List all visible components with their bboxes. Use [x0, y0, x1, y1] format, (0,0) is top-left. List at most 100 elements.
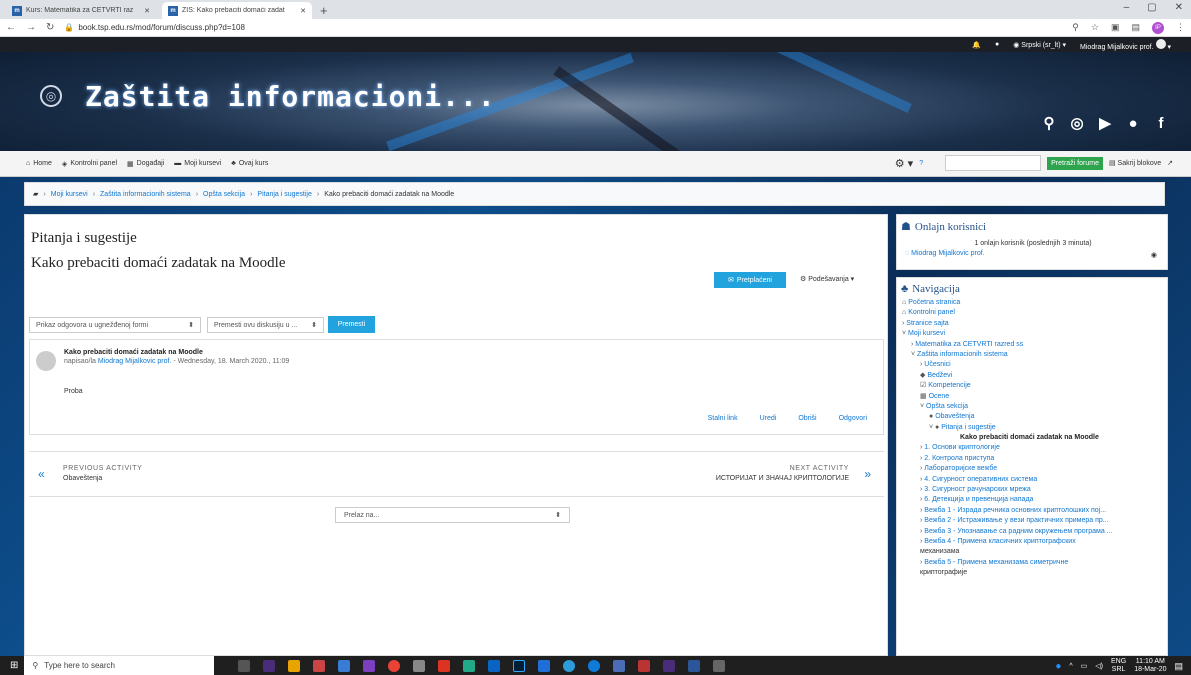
nav-tree-item[interactable]: ˅ Zaštita informacionih sistema: [902, 350, 1164, 360]
nav-tree-item[interactable]: › Matematika za ČETVRTI razred ss: [902, 340, 1164, 350]
windows-start-icon[interactable]: ⊞: [10, 660, 18, 671]
previous-activity-link[interactable]: Obaveštenja: [63, 475, 102, 482]
nav-tree-item[interactable]: ⌂ Početna stranica: [902, 298, 1164, 308]
store-icon[interactable]: [288, 659, 301, 672]
github-icon[interactable]: ●: [1124, 114, 1142, 132]
menu-icon[interactable]: ⋮: [1176, 22, 1185, 33]
zoom-icon[interactable]: ⚲: [1072, 22, 1079, 33]
breadcrumb-link[interactable]: Zaštita informacionih sistema: [100, 191, 191, 198]
move-button[interactable]: Premesti: [328, 316, 375, 333]
language-indicator[interactable]: ENG SRL: [1111, 658, 1126, 674]
search-forums-button[interactable]: Pretraži forume: [1047, 156, 1103, 170]
browser-tab-2[interactable]: m ZIS: Kako prebaciti domaći zadat ✕: [162, 2, 312, 19]
media-icon[interactable]: ▤: [1131, 22, 1140, 33]
volume-icon[interactable]: ◁): [1095, 662, 1103, 670]
edge-icon[interactable]: [588, 659, 601, 672]
reload-icon[interactable]: ↻: [46, 22, 54, 33]
help-icon[interactable]: ●: [1055, 661, 1061, 672]
nav-tree-item[interactable]: ˅ Moji kursevi: [902, 329, 1164, 339]
next-arrow-icon[interactable]: »: [864, 467, 871, 481]
site-logo-icon[interactable]: ◎: [40, 85, 62, 107]
back-icon[interactable]: ←: [6, 22, 16, 33]
chrome-icon[interactable]: [388, 659, 401, 672]
subscribed-button[interactable]: ✉ Pretplaćeni: [714, 272, 786, 288]
app-icon[interactable]: [638, 659, 651, 672]
app-icon[interactable]: [413, 659, 426, 672]
taskbar-search[interactable]: ⚲ Type here to search: [24, 656, 215, 675]
nav-this-course[interactable]: ♣ Ovaj kurs: [231, 160, 268, 167]
gear-icon[interactable]: ⚙ ▾: [895, 157, 913, 170]
visual-studio-icon[interactable]: [363, 659, 376, 672]
app-icon[interactable]: [463, 659, 476, 672]
permalink-link[interactable]: Stalni link: [708, 415, 738, 422]
messages-icon[interactable]: ●: [995, 41, 999, 48]
bookmark-star-icon[interactable]: ☆: [1091, 22, 1099, 33]
nav-tree-item[interactable]: › Stranice sajta: [902, 319, 1164, 329]
nav-tree-item[interactable]: › 2. Контрола приступа: [902, 454, 1164, 464]
nav-tree-item[interactable]: › 3. Сигурност рачунарских мрежа: [902, 485, 1164, 495]
tab-close-icon[interactable]: ✕: [144, 7, 150, 15]
word-icon[interactable]: [688, 659, 701, 672]
jump-to-select[interactable]: Prelaz na... ⬍: [335, 507, 570, 523]
fullscreen-icon[interactable]: ↗: [1167, 159, 1173, 167]
eye-icon[interactable]: ◉: [1151, 251, 1157, 259]
language-menu[interactable]: ◉ Srpski (sr_lt) ▾: [1013, 41, 1066, 49]
nav-tree-item[interactable]: › Вежба 3 - Упознавање са радним окружењ…: [902, 527, 1164, 537]
network-icon[interactable]: ▭: [1081, 662, 1088, 670]
breadcrumb-link[interactable]: Pitanja i sugestije: [257, 191, 311, 198]
nav-tree-item[interactable]: › Вежба 2 - Истраживање у вези практични…: [902, 516, 1164, 526]
outlook-icon[interactable]: [488, 659, 501, 672]
delete-link[interactable]: Obriši: [798, 415, 816, 422]
nav-tree-item[interactable]: ˅ ● Pitanja i sugestije: [902, 423, 1164, 433]
nav-tree-item[interactable]: ◆ Bedževi: [902, 371, 1164, 381]
nav-tree-item[interactable]: › Вежба 4 - Примена класичних криптограф…: [902, 537, 1164, 547]
reply-link[interactable]: Odgovori: [839, 415, 867, 422]
post-author-link[interactable]: Miodrag Mijalkovic prof.: [98, 358, 172, 365]
nav-tree-item[interactable]: ⌂ Kontrolni panel: [902, 308, 1164, 318]
app-icon[interactable]: [713, 659, 726, 672]
new-tab-button[interactable]: +: [320, 3, 328, 18]
nav-tree-item[interactable]: ˅ Opšta sekcija: [902, 402, 1164, 412]
next-activity-link[interactable]: ИСТОРИЈАТ И ЗНАЧАЈ КРИПТОЛОГИЈЕ: [716, 475, 849, 482]
acrobat-icon[interactable]: [438, 659, 451, 672]
nav-events[interactable]: ▦ Događaji: [127, 160, 164, 168]
nav-tree-item[interactable]: механизама: [902, 547, 1164, 557]
app-icon[interactable]: [538, 659, 551, 672]
minimize-button[interactable]: –: [1124, 2, 1130, 13]
move-discussion-select[interactable]: Premesti ovu diskusiju u ... ⬍: [207, 317, 324, 333]
nav-my-courses[interactable]: ▬ Moji kursevi: [174, 160, 221, 167]
user-menu[interactable]: Miodrag Mijalkovic prof. ▾: [1080, 38, 1171, 51]
nav-tree-item[interactable]: › Лабораторијске вежбе: [902, 464, 1164, 474]
help-icon[interactable]: ?: [919, 160, 923, 167]
nav-tree-item[interactable]: ▦ Ocene: [902, 392, 1164, 402]
app-icon[interactable]: [338, 659, 351, 672]
breadcrumb-link[interactable]: Opšta sekcija: [203, 191, 245, 198]
previous-arrow-icon[interactable]: «: [38, 467, 45, 481]
app-icon[interactable]: [613, 659, 626, 672]
nav-tree-item[interactable]: › 1. Основи криптологије: [902, 443, 1164, 453]
search-icon[interactable]: ⚲: [1040, 114, 1058, 132]
nav-tree-item[interactable]: › 6. Детекција и превенција напада: [902, 495, 1164, 505]
nav-tree-item[interactable]: › Učesnici: [902, 360, 1164, 370]
close-window-button[interactable]: ✕: [1175, 2, 1183, 13]
premiere-icon[interactable]: [663, 659, 676, 672]
site-name[interactable]: Zaštita informacioni...: [85, 80, 496, 113]
premiere-icon[interactable]: [263, 659, 276, 672]
extension-icon[interactable]: ▣: [1111, 22, 1120, 33]
instagram-icon[interactable]: ◎: [1068, 114, 1086, 132]
address-bar[interactable]: 🔒 book.tsp.edu.rs/mod/forum/discuss.php?…: [64, 23, 1062, 32]
facebook-icon[interactable]: f: [1152, 114, 1170, 132]
nav-tree-item[interactable]: › 4. Сигурност оперативних система: [902, 475, 1164, 485]
breadcrumb-link[interactable]: Moji kursevi: [51, 191, 88, 198]
edit-link[interactable]: Uredi: [760, 415, 777, 422]
display-mode-select[interactable]: Prikaz odgovora u ugnežđenoj formi ⬍: [29, 317, 201, 333]
app-icon[interactable]: [313, 659, 326, 672]
profile-avatar[interactable]: IP: [1152, 21, 1164, 34]
settings-menu[interactable]: ⚙ Podešavanja ▾: [800, 275, 854, 283]
tray-arrow-icon[interactable]: ^: [1069, 663, 1072, 670]
hide-blocks-button[interactable]: ▤ Sakrij blokove: [1109, 159, 1161, 167]
clock[interactable]: 11:10 AM 18-Mar-20: [1134, 658, 1166, 674]
nav-dashboard[interactable]: ◈ Kontrolni panel: [62, 160, 117, 168]
nav-home[interactable]: ⌂ Home: [26, 160, 52, 167]
nav-tree-item[interactable]: › Вежба 1 - Израда речника основних крип…: [902, 506, 1164, 516]
